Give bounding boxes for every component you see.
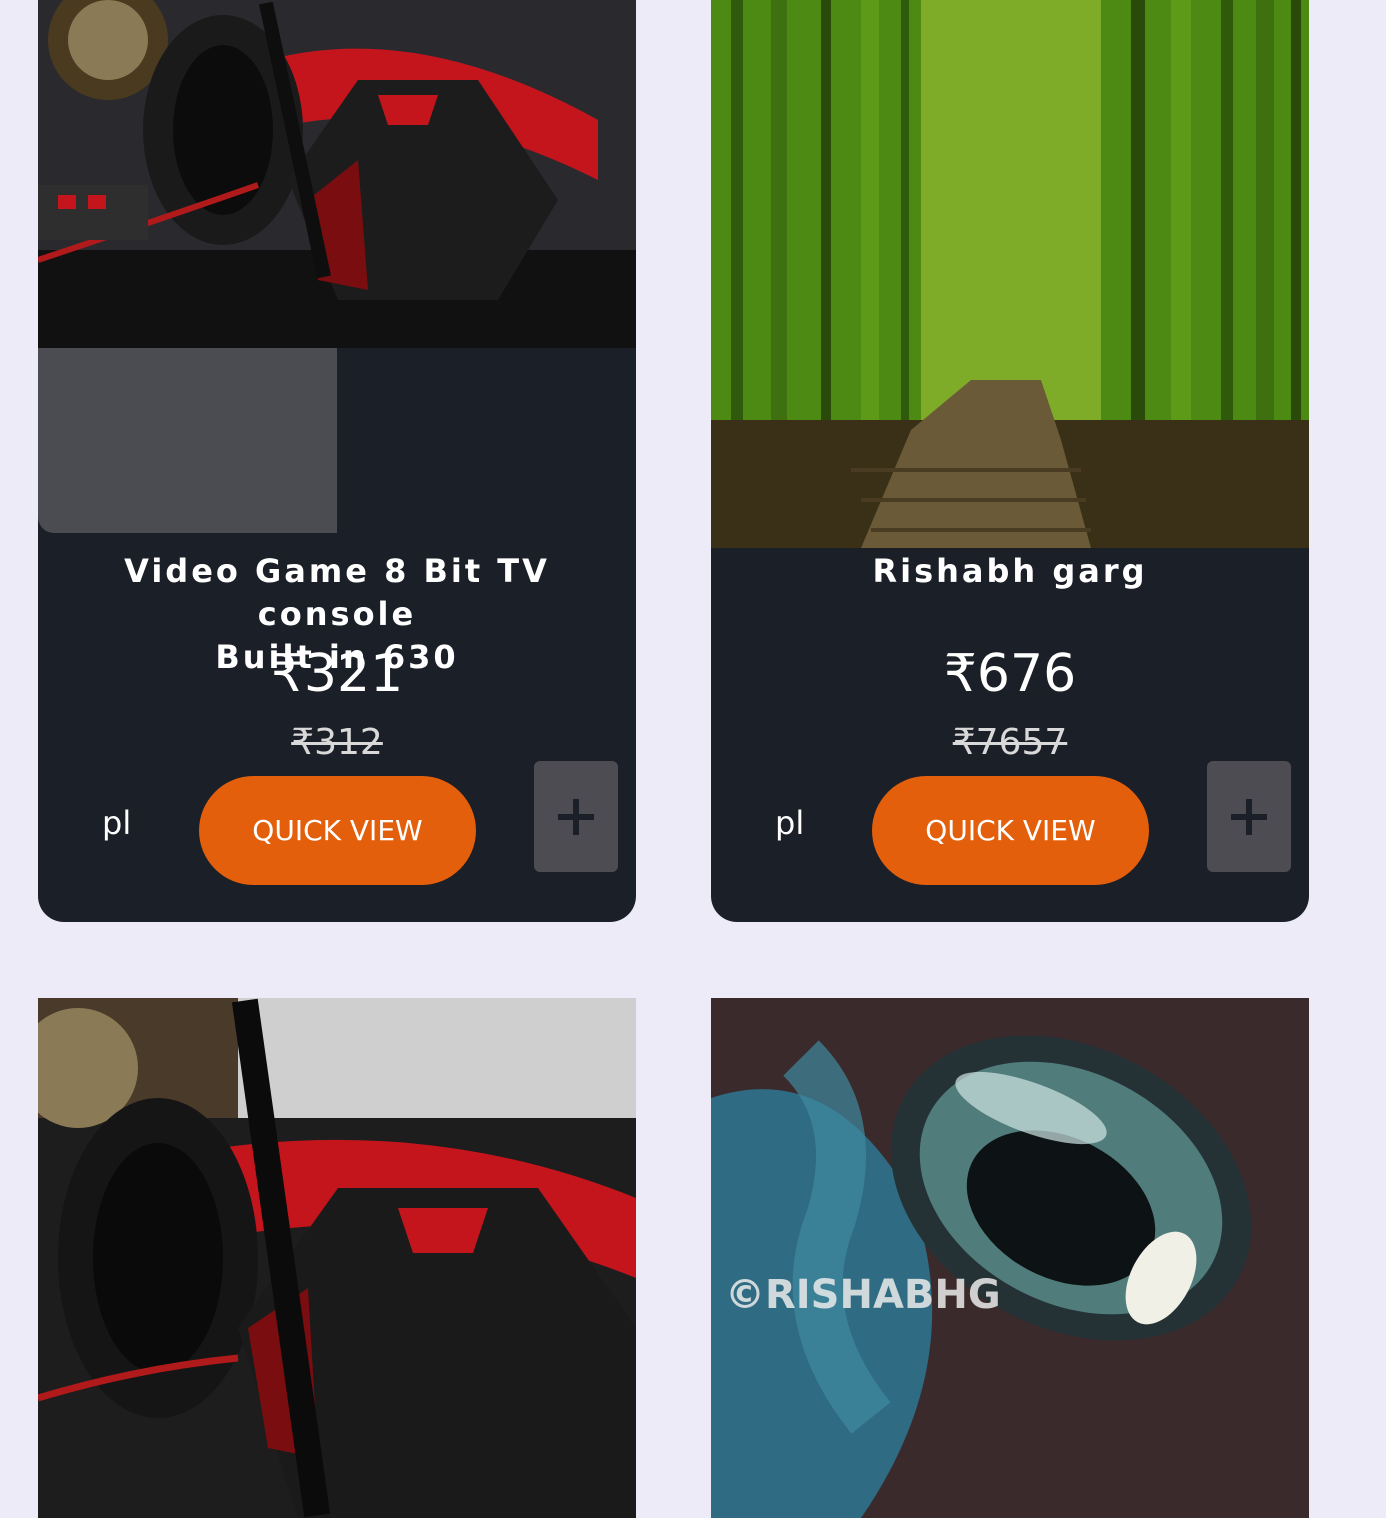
product-card[interactable]: ©RISHABHG: [711, 998, 1309, 1518]
headphones-illustration: [38, 998, 636, 1518]
product-price: ₹321: [270, 644, 404, 704]
product-title: Rishabh garg: [872, 552, 1148, 590]
product-tag: pl: [102, 804, 132, 842]
plus-icon: [1231, 799, 1267, 835]
product-image[interactable]: [38, 0, 636, 348]
product-card[interactable]: Video Game 8 Bit TV console Built in 630…: [38, 0, 636, 922]
product-image[interactable]: [711, 0, 1309, 548]
add-button[interactable]: [1207, 761, 1291, 872]
headphones-illustration: [38, 0, 636, 348]
water-drop-illustration: [711, 998, 1309, 1518]
plus-icon: [558, 799, 594, 835]
image-watermark: ©RISHABHG: [725, 1272, 1001, 1318]
add-button[interactable]: [534, 761, 618, 872]
product-old-price: ₹7657: [952, 722, 1068, 763]
product-old-price: ₹312: [291, 722, 383, 763]
quick-view-button[interactable]: QUICK VIEW: [872, 776, 1149, 885]
product-image[interactable]: [38, 998, 636, 1518]
product-price: ₹676: [943, 644, 1077, 704]
quick-view-button[interactable]: QUICK VIEW: [199, 776, 476, 885]
product-tag: pl: [775, 804, 805, 842]
product-card[interactable]: Rishabh garg ₹676 ₹7657 pl QUICK VIEW: [711, 0, 1309, 922]
image-placeholder: [38, 348, 337, 533]
product-image[interactable]: [711, 998, 1309, 1518]
product-card[interactable]: [38, 998, 636, 1518]
bamboo-forest-illustration: [711, 0, 1309, 548]
